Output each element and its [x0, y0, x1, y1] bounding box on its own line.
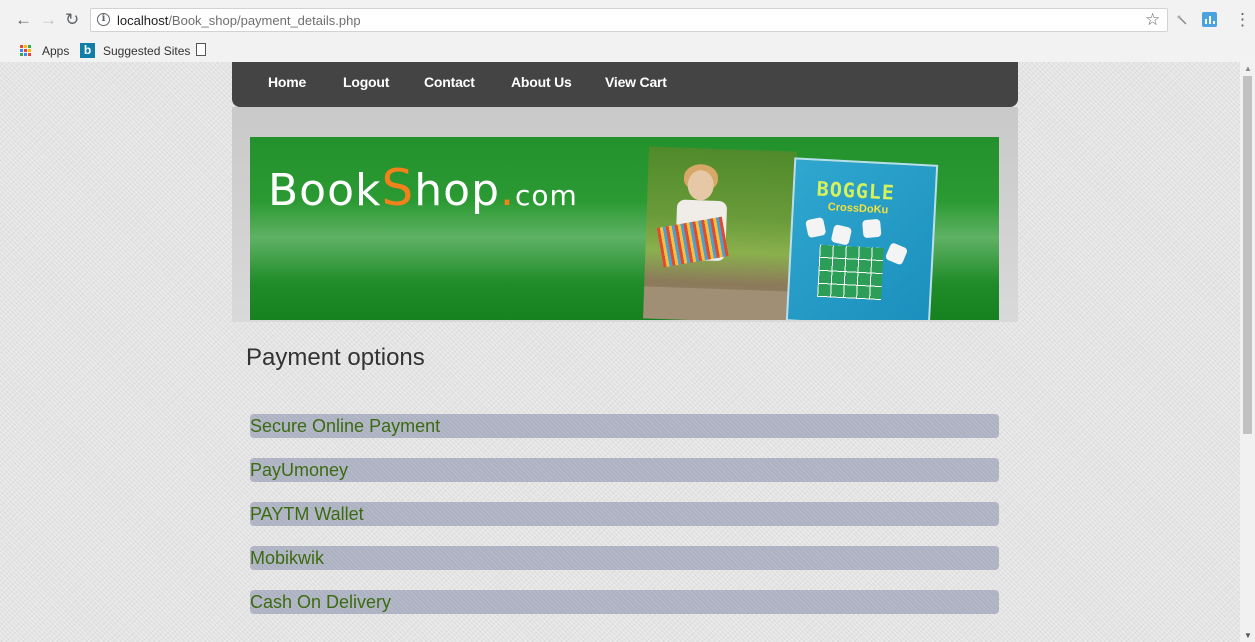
reload-icon[interactable]: ↻ — [65, 10, 79, 30]
nav-view-cart[interactable]: View Cart — [605, 74, 667, 90]
boggle-game-box-image: BOGGLE CrossDoKu — [785, 157, 939, 320]
blank-page-icon[interactable] — [196, 43, 206, 56]
bing-icon[interactable]: b — [80, 43, 95, 58]
logo-text-com: com — [515, 179, 578, 212]
bookmark-suggested-sites[interactable]: Suggested Sites — [103, 44, 190, 58]
nav-about-us[interactable]: About Us — [511, 74, 572, 90]
bookmark-star-icon[interactable]: ☆ — [1145, 10, 1160, 30]
top-navbar: Home Logout Contact About Us View Cart — [232, 62, 1018, 107]
logo-text-hop: hop — [414, 165, 501, 216]
page-title: Payment options — [246, 344, 425, 371]
info-icon[interactable]: i — [97, 13, 110, 26]
scrollbar-thumb[interactable] — [1243, 76, 1252, 434]
bookmarks-bar: Apps b Suggested Sites — [0, 40, 1255, 62]
payment-option-secure-online[interactable]: Secure Online Payment — [250, 414, 999, 438]
site-banner: BookShop.com BOGGLE CrossDoKu — [250, 137, 999, 320]
girl-reading-photo — [643, 146, 797, 320]
nav-home[interactable]: Home — [268, 74, 306, 90]
forward-arrow-icon[interactable]: → — [40, 10, 57, 30]
extension-pen-icon[interactable] — [1176, 14, 1188, 26]
url-text: localhost/Book_shop/payment_details.php — [117, 13, 361, 28]
logo-text-s: S — [381, 159, 415, 217]
browser-menu-icon[interactable]: ⋮ — [1234, 10, 1251, 30]
back-arrow-icon[interactable]: ← — [15, 10, 32, 30]
browser-chrome: ← → ↻ i localhost/Book_shop/payment_deta… — [0, 0, 1255, 62]
payment-option-payumoney[interactable]: PayUmoney — [250, 458, 999, 482]
extension-chart-icon[interactable] — [1202, 12, 1217, 27]
nav-logout[interactable]: Logout — [343, 74, 389, 90]
box-subtitle: CrossDoKu — [827, 201, 889, 217]
browser-toolbar: ← → ↻ i localhost/Book_shop/payment_deta… — [0, 0, 1255, 40]
scroll-up-arrow-icon[interactable]: ▲ — [1244, 64, 1252, 73]
address-bar[interactable]: i localhost/Book_shop/payment_details.ph… — [90, 8, 1168, 32]
logo-text-book: Book — [268, 165, 382, 216]
url-path: /Book_shop/payment_details.php — [168, 13, 361, 28]
payment-option-paytm-wallet[interactable]: PAYTM Wallet — [250, 502, 999, 526]
bookmark-apps[interactable]: Apps — [42, 44, 69, 58]
site-logo[interactable]: BookShop.com — [268, 159, 578, 217]
payment-option-cash-on-delivery[interactable]: Cash On Delivery — [250, 590, 999, 614]
nav-contact[interactable]: Contact — [424, 74, 475, 90]
page-viewport: Home Logout Contact About Us View Cart B… — [0, 62, 1240, 642]
scroll-down-arrow-icon[interactable]: ▼ — [1244, 631, 1252, 640]
payment-option-mobikwik[interactable]: Mobikwik — [250, 546, 999, 570]
logo-text-dot: . — [500, 165, 516, 216]
apps-grid-icon[interactable] — [20, 45, 32, 57]
url-host: localhost — [117, 13, 169, 28]
vertical-scrollbar[interactable]: ▲ ▼ — [1240, 62, 1255, 642]
